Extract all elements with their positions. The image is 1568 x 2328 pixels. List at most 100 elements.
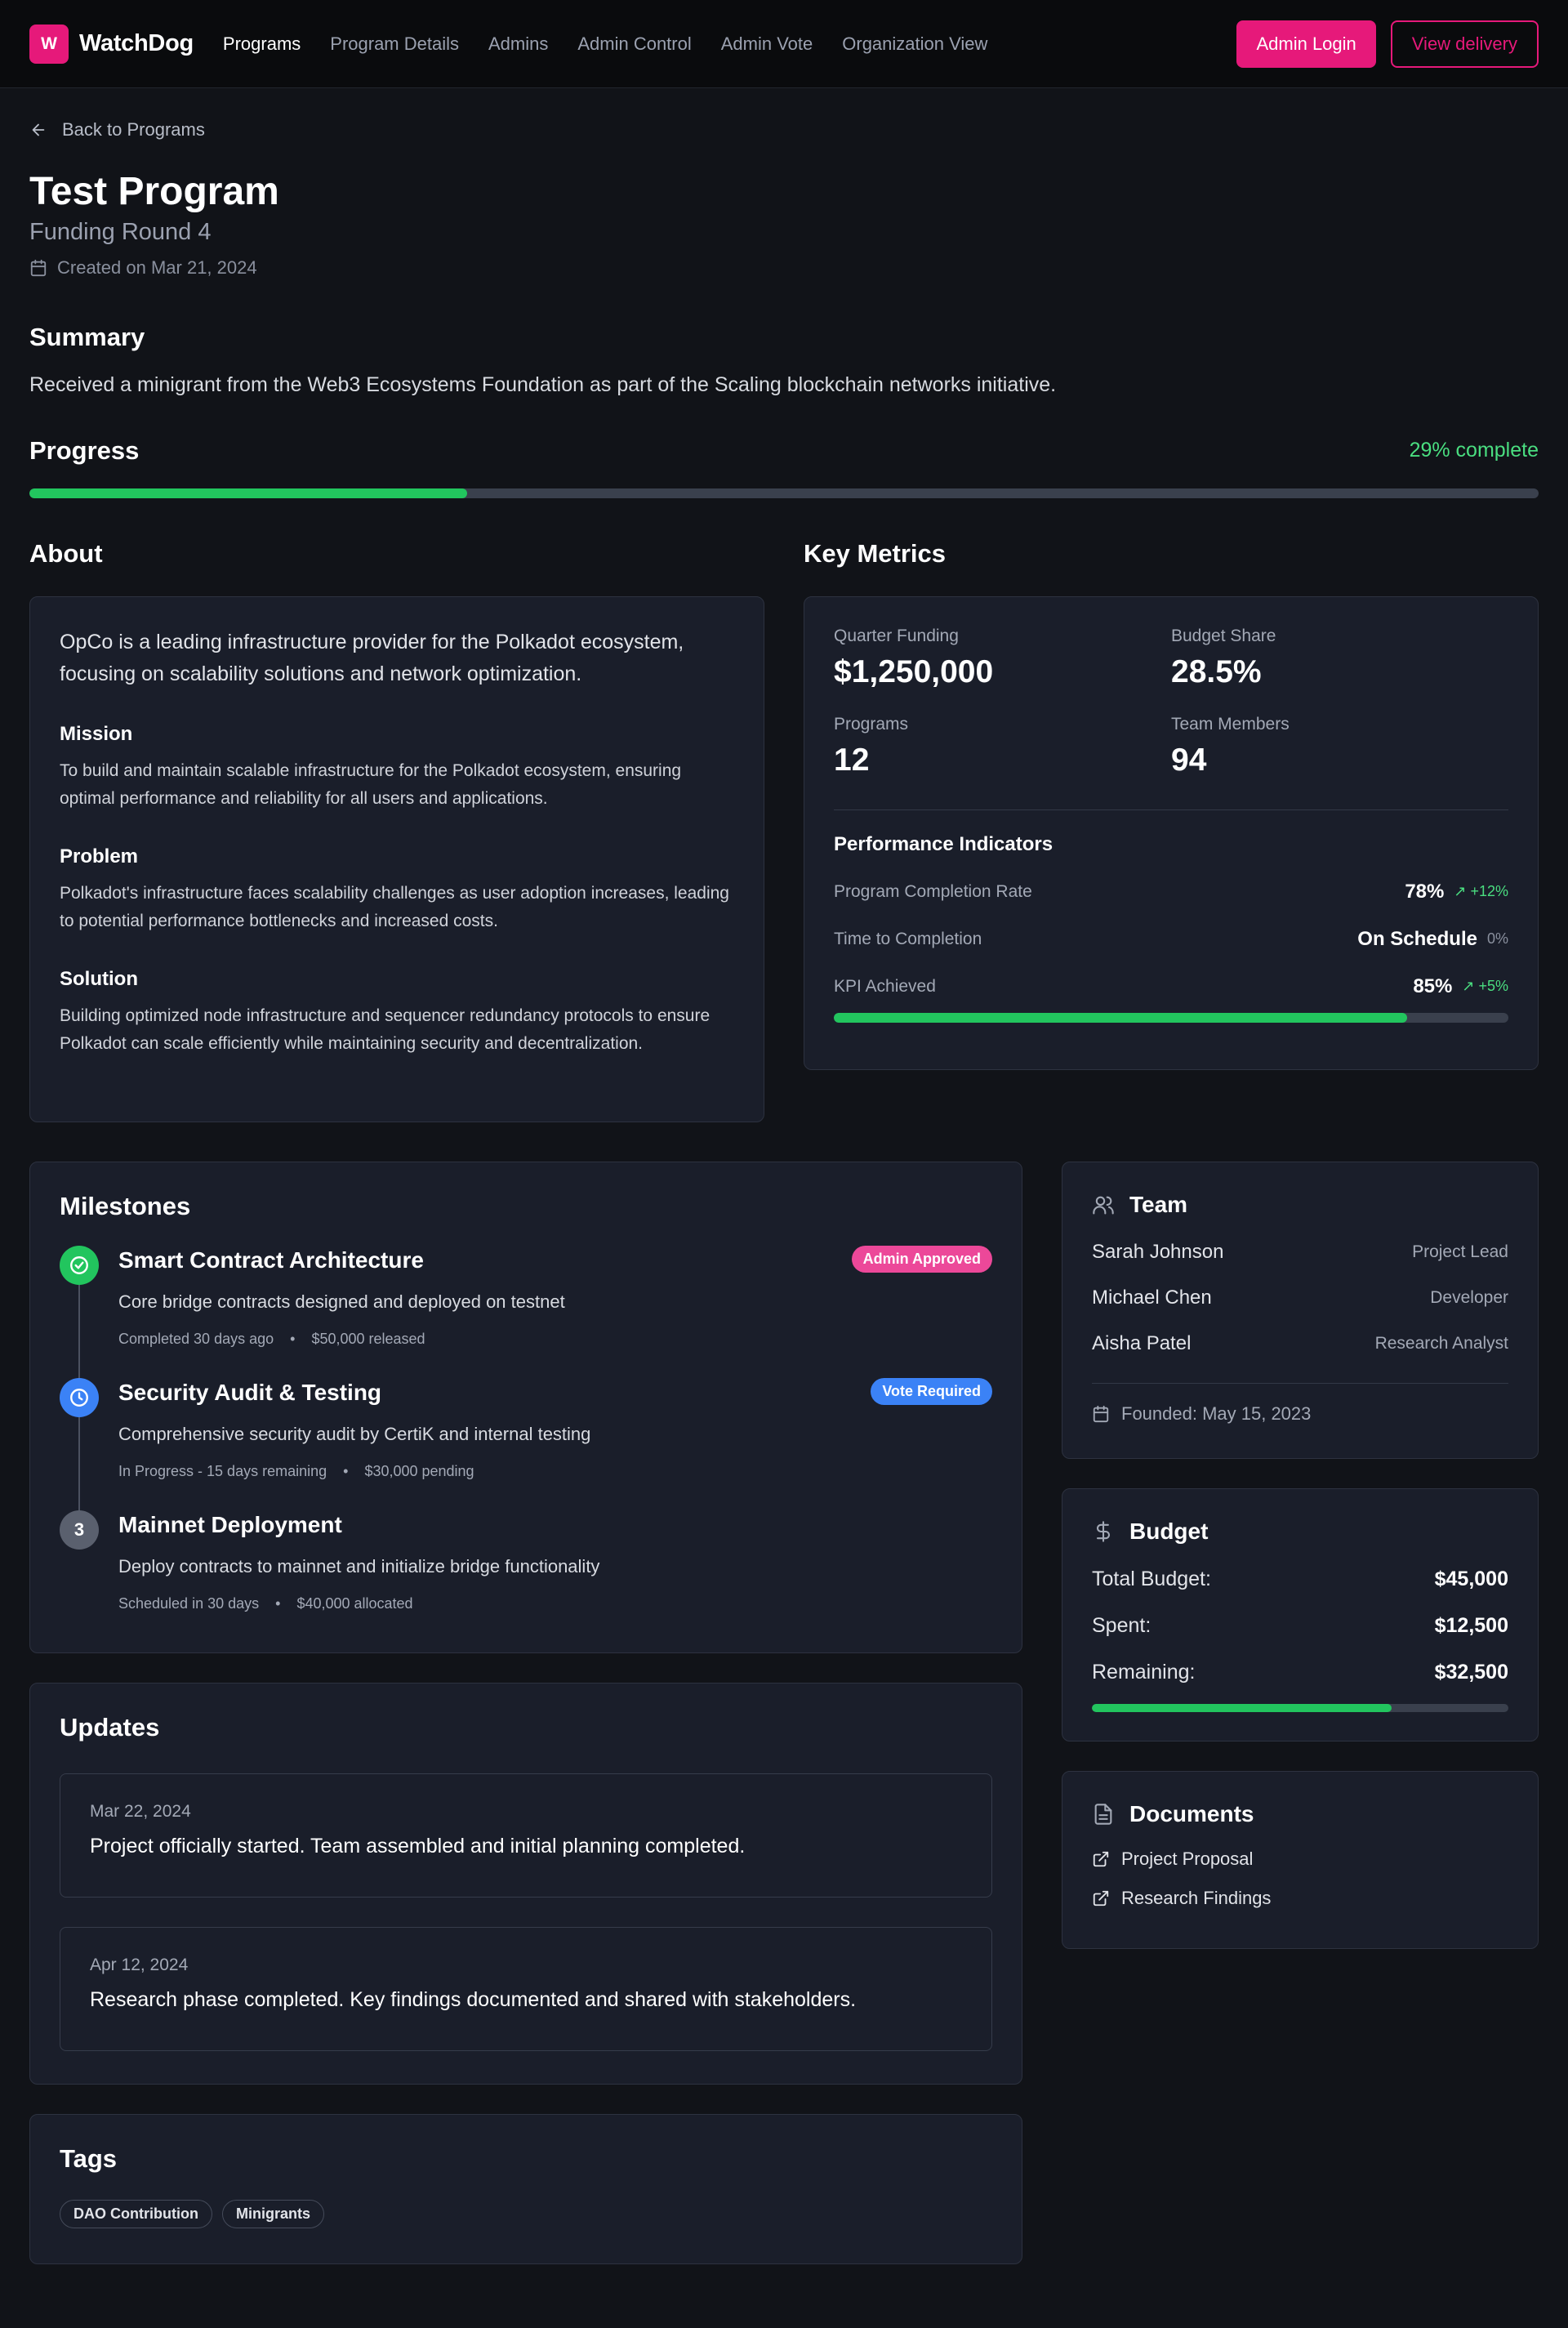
perf-row-time: Time to Completion On Schedule 0% [834, 928, 1508, 951]
milestones-card: Milestones Smart Contract Architecture A… [29, 1161, 1022, 1653]
milestone-title: Mainnet Deployment [118, 1511, 342, 1537]
perf-row-kpi: KPI Achieved 85% ↗ +5% [834, 975, 1508, 998]
milestone-meta: Scheduled in 30 days • $40,000 allocated [118, 1595, 992, 1612]
perf-label: Program Completion Rate [834, 881, 1032, 901]
solution-heading: Solution [60, 967, 138, 990]
budget-row-spent: Spent: $12,500 [1092, 1614, 1508, 1638]
metric-value: 28.5% [1171, 653, 1262, 689]
document-link-research-findings[interactable]: Research Findings [1092, 1888, 1508, 1909]
lower-section: Milestones Smart Contract Architecture A… [29, 1161, 1539, 2264]
back-link[interactable]: Back to Programs [29, 88, 1539, 172]
metric-value: $1,250,000 [834, 653, 994, 689]
metric-label: Quarter Funding [834, 626, 959, 645]
milestone-description: Comprehensive security audit by CertiK a… [118, 1423, 591, 1444]
back-link-label: Back to Programs [62, 119, 205, 140]
budget-heading: Budget [1129, 1518, 1209, 1544]
member-role: Research Analyst [1374, 1333, 1508, 1353]
perf-row-completion: Program Completion Rate 78% ↗ +12% [834, 881, 1508, 903]
metric-label: Team Members [1171, 714, 1290, 734]
perf-delta: 0% [1486, 930, 1508, 948]
brand-name: WatchDog [79, 30, 194, 56]
budget-value: $32,500 [1434, 1660, 1508, 1684]
nav-link-programs[interactable]: Programs [223, 33, 301, 55]
member-name: Sarah Johnson [1092, 1240, 1224, 1263]
member-role: Developer [1430, 1287, 1508, 1307]
milestone-amount: $30,000 pending [364, 1462, 474, 1479]
about-section: About OpCo is a leading infrastructure p… [29, 539, 764, 1122]
update-item: Mar 22, 2024 Project officially started.… [60, 1773, 992, 1898]
admin-login-button[interactable]: Admin Login [1236, 20, 1376, 68]
metric-team-members: Team Members 94 [1171, 715, 1508, 778]
budget-label: Total Budget: [1092, 1567, 1211, 1590]
milestone-item[interactable]: Security Audit & Testing Vote Required C… [60, 1377, 992, 1510]
document-link-label: Research Findings [1121, 1887, 1272, 1908]
perf-label: Time to Completion [834, 929, 982, 948]
kpi-progress-fill [834, 1012, 1408, 1023]
milestone-status: Completed 30 days ago [118, 1330, 274, 1347]
tag-dao-contribution[interactable]: DAO Contribution [60, 2199, 212, 2228]
nav-link-organization-view[interactable]: Organization View [842, 33, 987, 55]
metric-label: Budget Share [1171, 626, 1276, 645]
member-name: Aisha Patel [1092, 1331, 1192, 1354]
metric-programs: Programs 12 [834, 715, 1171, 778]
milestone-title-row: Smart Contract Architecture Admin Approv… [118, 1245, 992, 1273]
member-name: Michael Chen [1092, 1286, 1212, 1309]
perf-value: 78% [1405, 880, 1445, 903]
perf-label: KPI Achieved [834, 976, 936, 996]
budget-progress-bar [1092, 1703, 1508, 1712]
nav-link-program-details[interactable]: Program Details [330, 33, 459, 55]
logo[interactable]: W WatchDog [29, 24, 194, 64]
milestone-description: Deploy contracts to mainnet and initiali… [118, 1555, 600, 1577]
progress-percent: 29% complete [1409, 439, 1539, 462]
milestone-amount: $40,000 allocated [296, 1594, 413, 1612]
budget-value: $45,000 [1434, 1567, 1508, 1590]
status-badge: Admin Approved [851, 1245, 992, 1273]
metric-grid: Quarter Funding $1,250,000 Budget Share … [834, 627, 1508, 778]
nav-link-admin-control[interactable]: Admin Control [577, 33, 691, 55]
milestone-list: Smart Contract Architecture Admin Approv… [60, 1245, 992, 1643]
divider [834, 809, 1508, 810]
tags-heading: Tags [60, 2143, 118, 2173]
team-heading: Team [1129, 1191, 1188, 1217]
arrow-left-icon [32, 123, 45, 136]
milestone-body: Mainnet Deployment Deploy contracts to m… [118, 1510, 992, 1643]
documents-card: Documents Project Proposal Research Find… [1062, 1770, 1539, 1949]
program-progress-bar [29, 488, 1539, 498]
perf-delta: ↗ +5% [1462, 978, 1508, 995]
created-date-text: Created on Mar 21, 2024 [57, 256, 257, 278]
bullet-separator: • [290, 1330, 296, 1347]
bullet-separator: • [275, 1594, 281, 1612]
team-member: Aisha Patel Research Analyst [1092, 1332, 1508, 1355]
about-metrics-row: About OpCo is a leading infrastructure p… [29, 539, 1539, 1122]
milestone-item[interactable]: 3 Mainnet Deployment Deploy contracts to… [60, 1510, 992, 1643]
metric-quarter-funding: Quarter Funding $1,250,000 [834, 627, 1171, 690]
milestone-item[interactable]: Smart Contract Architecture Admin Approv… [60, 1245, 992, 1378]
perf-value: On Schedule [1357, 927, 1477, 950]
budget-progress-fill [1092, 1703, 1392, 1712]
tag-minigrants[interactable]: Minigrants [221, 2199, 324, 2228]
progress-heading: Progress [29, 435, 140, 465]
nav-links: Programs Program Details Admins Admin Co… [223, 33, 1017, 55]
solution-text: Building optimized node infrastructure a… [60, 1006, 710, 1053]
budget-label: Spent: [1092, 1613, 1152, 1637]
update-text: Project officially started. Team assembl… [90, 1834, 746, 1857]
page-title: Test Program [29, 170, 279, 213]
created-date: Created on Mar 21, 2024 [29, 257, 1539, 279]
update-text: Research phase completed. Key findings d… [90, 1987, 857, 2011]
budget-header: Budget [1092, 1519, 1508, 1545]
updates-heading: Updates [60, 1712, 160, 1742]
team-member: Michael Chen Developer [1092, 1287, 1508, 1309]
metrics-section: Key Metrics Quarter Funding $1,250,000 B… [804, 539, 1539, 1122]
milestone-title: Security Audit & Testing [118, 1379, 382, 1405]
about-card: OpCo is a leading infrastructure provide… [29, 595, 764, 1122]
view-delivery-button[interactable]: View delivery [1390, 20, 1539, 68]
nav-link-admins[interactable]: Admins [488, 33, 548, 55]
team-member: Sarah Johnson Project Lead [1092, 1241, 1508, 1264]
document-link-project-proposal[interactable]: Project Proposal [1092, 1849, 1508, 1870]
performance-heading: Performance Indicators [834, 832, 1054, 855]
nav-link-admin-vote[interactable]: Admin Vote [721, 33, 813, 55]
users-icon [1093, 1196, 1114, 1215]
milestone-title-row: Mainnet Deployment [118, 1510, 992, 1538]
dollar-icon [1096, 1520, 1111, 1542]
about-heading: About [29, 538, 103, 568]
